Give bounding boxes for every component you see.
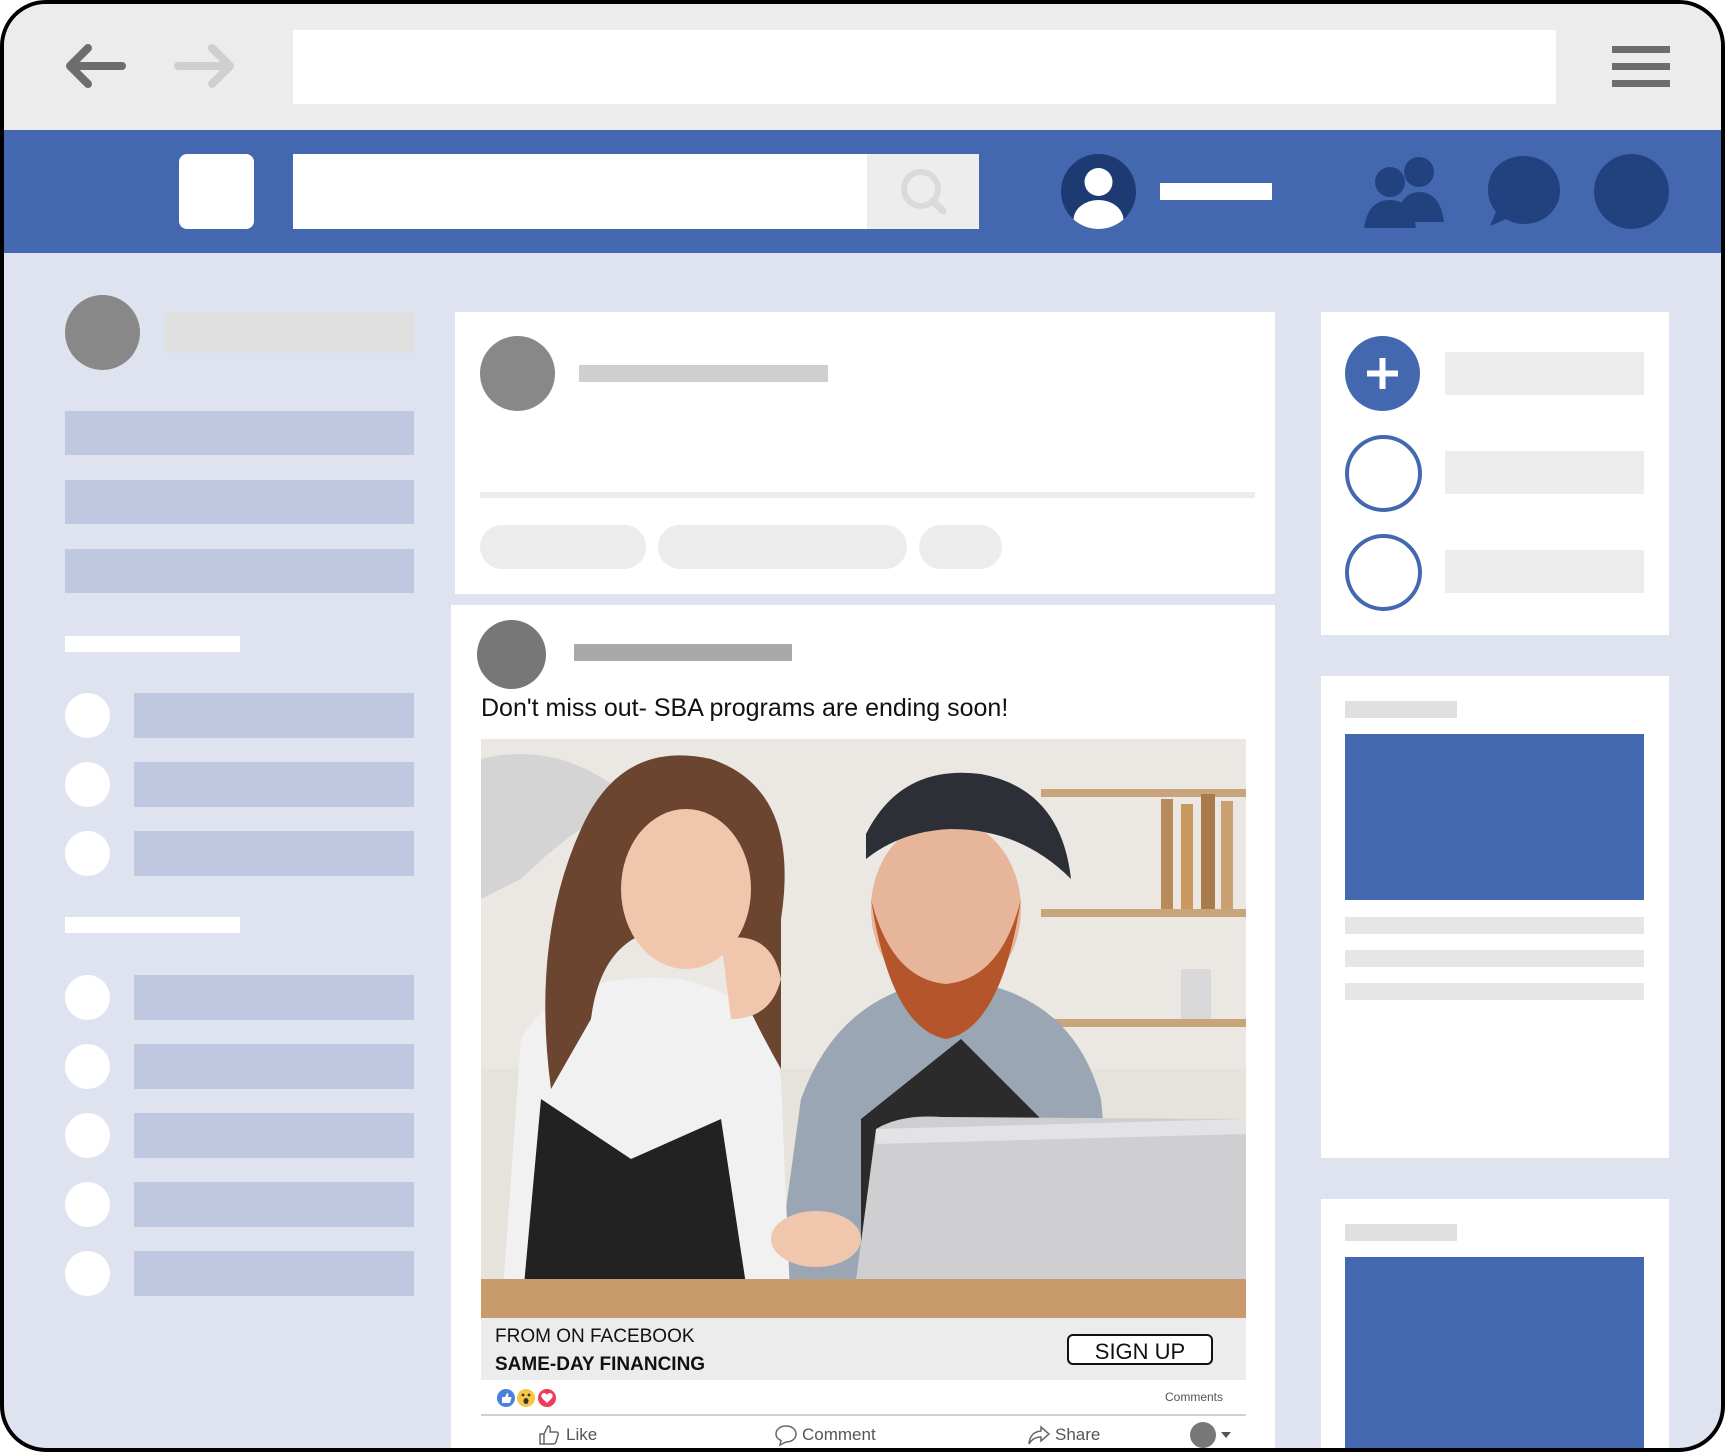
comment-button[interactable]: Comment: [774, 1424, 876, 1446]
post-author-avatar[interactable]: [477, 620, 546, 689]
profile-name-placeholder[interactable]: [165, 312, 414, 353]
plus-icon: [1367, 358, 1398, 389]
friends-icon[interactable]: [1352, 154, 1452, 229]
sidebar-shortcut-item[interactable]: [134, 975, 414, 1020]
sidebar-section-heading: [65, 636, 240, 652]
back-arrow-icon[interactable]: [62, 42, 126, 90]
post-text: Don't miss out- SBA programs are ending …: [481, 694, 1009, 722]
composer-avatar: [480, 336, 555, 411]
sidebar-shortcut-icon: [65, 1182, 110, 1227]
search-icon: [901, 169, 947, 215]
like-button[interactable]: Like: [538, 1424, 597, 1446]
shortcut-label-placeholder[interactable]: [1445, 550, 1644, 593]
sponsored-text-line: [1345, 917, 1644, 934]
sidebar-shortcut-icon: [65, 831, 110, 876]
empty-circle-icon[interactable]: [1345, 534, 1422, 611]
sidebar-item[interactable]: [65, 549, 414, 593]
forward-arrow-icon[interactable]: [174, 42, 238, 90]
chat-bubble-icon[interactable]: [1486, 154, 1561, 229]
sidebar-shortcut-item[interactable]: [134, 831, 414, 876]
sidebar-shortcut-item[interactable]: [134, 1113, 414, 1158]
sidebar-item[interactable]: [65, 480, 414, 524]
sidebar-shortcut-item[interactable]: [134, 1182, 414, 1227]
post-photo-illustration: [481, 739, 1246, 1318]
comment-bubble-icon: [775, 1425, 797, 1446]
sidebar-section-heading: [65, 917, 240, 933]
sponsored-image-placeholder[interactable]: [1345, 734, 1644, 900]
sidebar-shortcut-item[interactable]: [134, 1251, 414, 1296]
post-audience-selector[interactable]: [1189, 1421, 1233, 1448]
post-image[interactable]: [481, 739, 1246, 1318]
composer-prompt-placeholder[interactable]: [579, 365, 828, 382]
post-actions-divider: [481, 1414, 1246, 1416]
comment-label: Comment: [802, 1425, 876, 1444]
user-silhouette-icon: [1073, 168, 1124, 229]
comments-count-link[interactable]: Comments: [1165, 1390, 1223, 1404]
thumbs-up-icon: [539, 1425, 560, 1445]
sidebar-shortcut-icon: [65, 1044, 110, 1089]
audience-avatar-dropdown-icon: [1190, 1422, 1231, 1448]
ad-source-label: FROM ON FACEBOOK: [495, 1326, 695, 1347]
search-input[interactable]: [293, 154, 867, 229]
composer-action-button[interactable]: [480, 525, 646, 569]
sidebar-shortcut-icon: [65, 762, 110, 807]
site-logo[interactable]: [179, 154, 254, 229]
search-button[interactable]: [867, 154, 979, 229]
sidebar-item[interactable]: [65, 411, 414, 455]
shortcut-label-placeholder[interactable]: [1445, 352, 1644, 395]
share-button[interactable]: Share: [1027, 1424, 1100, 1446]
hamburger-menu-icon[interactable]: [1612, 44, 1670, 90]
browser-window: Don't miss out- SBA programs are ending …: [0, 0, 1725, 1452]
sidebar-shortcut-icon: [65, 693, 110, 738]
sponsored-heading-placeholder: [1345, 701, 1457, 718]
add-button[interactable]: [1345, 336, 1420, 411]
share-label: Share: [1055, 1425, 1101, 1444]
composer-action-button[interactable]: [919, 525, 1002, 569]
share-arrow-icon: [1028, 1425, 1051, 1445]
user-name-placeholder[interactable]: [1160, 183, 1272, 200]
ad-title[interactable]: SAME-DAY FINANCING: [495, 1354, 705, 1376]
composer-divider: [480, 492, 1255, 498]
like-label: Like: [566, 1425, 598, 1444]
sidebar-shortcut-icon: [65, 1113, 110, 1158]
sidebar-shortcut-item[interactable]: [134, 1044, 414, 1089]
sponsored-text-line: [1345, 950, 1644, 967]
user-avatar[interactable]: [1061, 154, 1136, 229]
notification-icon[interactable]: [1594, 154, 1669, 229]
sponsored-text-line: [1345, 983, 1644, 1000]
shortcut-label-placeholder[interactable]: [1445, 451, 1644, 494]
sponsored-image-placeholder[interactable]: [1345, 1257, 1644, 1448]
sponsored-heading-placeholder: [1345, 1224, 1457, 1241]
sidebar-shortcut-icon: [65, 975, 110, 1020]
reaction-icons[interactable]: [496, 1388, 558, 1408]
profile-avatar[interactable]: [65, 295, 140, 370]
post-author-name-placeholder[interactable]: [574, 644, 792, 661]
composer-action-button[interactable]: [658, 525, 907, 569]
empty-circle-icon[interactable]: [1345, 435, 1422, 512]
sidebar-shortcut-icon: [65, 1251, 110, 1296]
sidebar-shortcut-item[interactable]: [134, 693, 414, 738]
address-bar[interactable]: [293, 30, 1556, 104]
sidebar-shortcut-item[interactable]: [134, 762, 414, 807]
sign-up-button[interactable]: SIGN UP: [1067, 1334, 1213, 1365]
